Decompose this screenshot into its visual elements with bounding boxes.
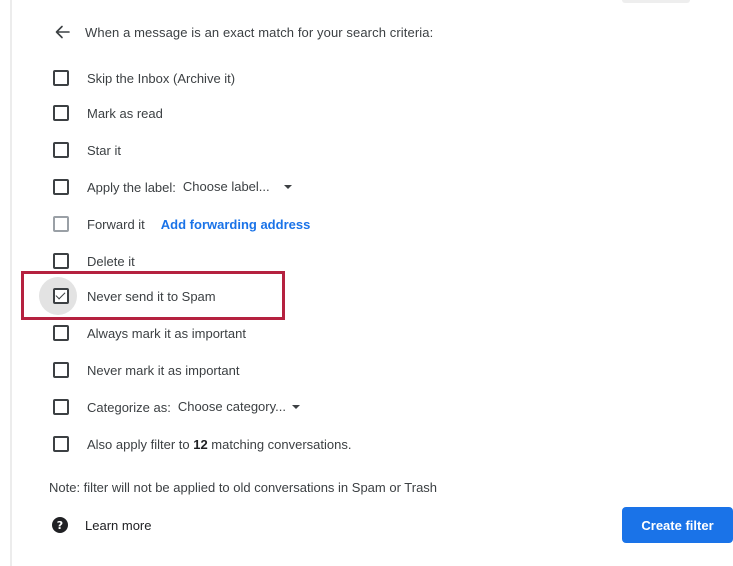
chevron-down-icon xyxy=(283,184,292,189)
apply-label-label: Apply the label: xyxy=(87,179,176,195)
star-checkbox[interactable] xyxy=(53,142,69,158)
label-select-value: Choose label... xyxy=(182,179,270,194)
delete-label: Delete it xyxy=(87,253,135,269)
apply-label-checkbox[interactable] xyxy=(53,179,69,195)
also-apply-checkbox[interactable] xyxy=(53,436,69,452)
option-forward: Forward it Add forwarding address xyxy=(51,212,310,236)
delete-checkbox[interactable] xyxy=(53,253,69,269)
learn-more-link[interactable]: Learn more xyxy=(85,518,151,533)
header-text: When a message is an exact match for you… xyxy=(85,24,434,40)
create-filter-button[interactable]: Create filter xyxy=(622,507,733,543)
forward-checkbox[interactable] xyxy=(53,216,69,232)
label-select[interactable]: Choose label... xyxy=(183,179,292,195)
arrow-left-icon[interactable] xyxy=(52,22,72,42)
mark-read-label: Mark as read xyxy=(87,105,163,121)
never-important-checkbox[interactable] xyxy=(53,362,69,378)
option-star: Star it xyxy=(51,138,121,162)
option-categorize: Categorize as: Choose category... xyxy=(51,395,300,419)
option-also-apply: Also apply filter to 12 matching convers… xyxy=(51,432,351,456)
filter-actions-panel: When a message is an exact match for you… xyxy=(0,0,733,566)
mark-read-checkbox[interactable] xyxy=(53,105,69,121)
also-apply-label: Also apply filter to 12 matching convers… xyxy=(87,437,351,452)
never-important-label: Never mark it as important xyxy=(87,362,240,378)
category-select-value: Choose category... xyxy=(177,399,286,414)
panel-border xyxy=(10,0,12,566)
option-delete: Delete it xyxy=(51,249,135,273)
help-icon: ? xyxy=(52,517,68,533)
add-forwarding-address-link[interactable]: Add forwarding address xyxy=(161,217,311,232)
categorize-checkbox[interactable] xyxy=(53,399,69,415)
also-apply-suffix: matching conversations. xyxy=(207,436,352,452)
option-always-important: Always mark it as important xyxy=(51,321,246,345)
matching-count: 12 xyxy=(193,436,208,452)
also-apply-prefix: Also apply filter to xyxy=(87,436,194,452)
filter-note: Note: filter will not be applied to old … xyxy=(49,480,438,495)
learn-more-row[interactable]: ? Learn more xyxy=(52,514,151,536)
star-label: Star it xyxy=(87,142,121,158)
always-important-checkbox[interactable] xyxy=(53,325,69,341)
forward-label: Forward it xyxy=(87,216,145,232)
top-tab-edge xyxy=(622,0,690,3)
highlight-annotation xyxy=(21,271,285,320)
option-never-important: Never mark it as important xyxy=(51,358,239,382)
category-select[interactable]: Choose category... xyxy=(178,399,300,415)
option-apply-label: Apply the label: Choose label... xyxy=(51,175,292,199)
option-mark-read: Mark as read xyxy=(51,101,163,125)
always-important-label: Always mark it as important xyxy=(87,325,246,341)
option-skip-inbox: Skip the Inbox (Archive it) xyxy=(51,66,235,90)
chevron-down-icon xyxy=(291,404,300,409)
skip-inbox-label: Skip the Inbox (Archive it) xyxy=(87,70,236,86)
skip-inbox-checkbox[interactable] xyxy=(53,70,69,86)
header: When a message is an exact match for you… xyxy=(52,19,433,45)
categorize-label: Categorize as: xyxy=(87,399,171,415)
